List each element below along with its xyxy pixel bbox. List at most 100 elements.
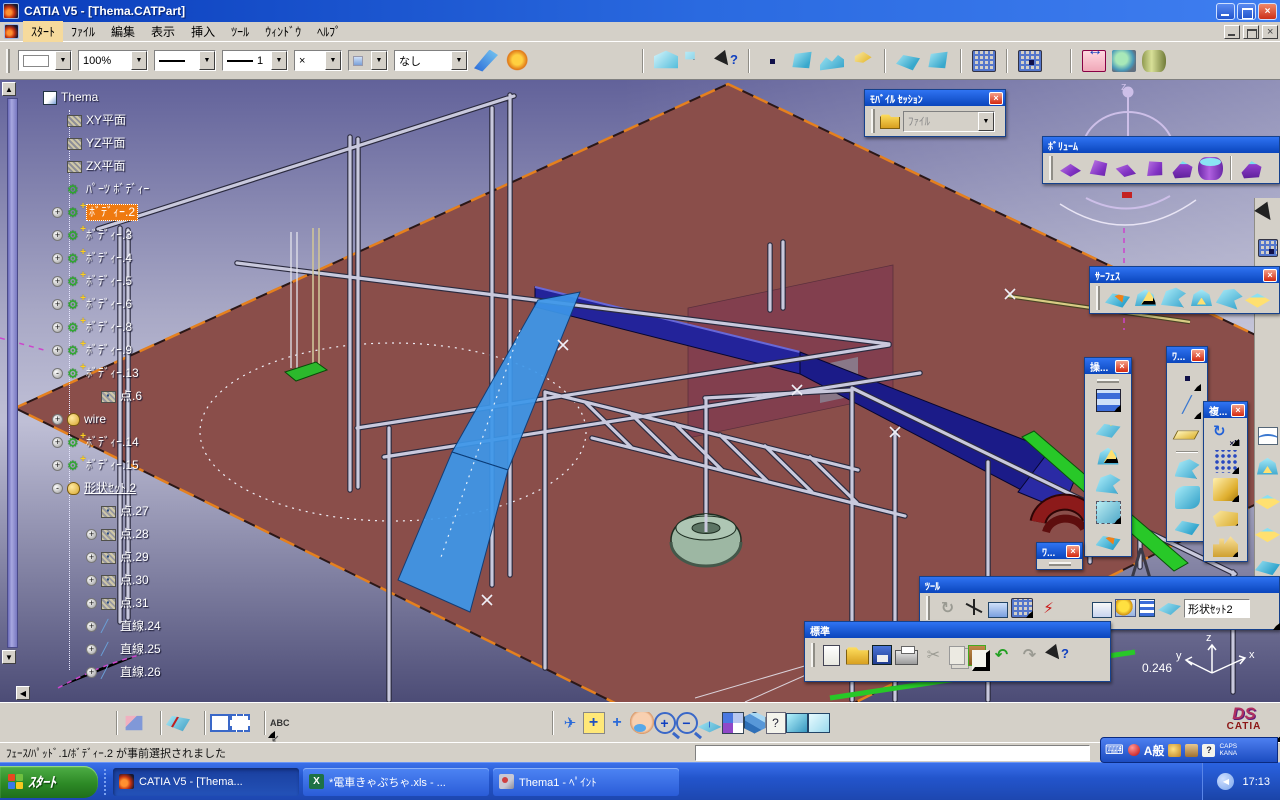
toolbar-grip[interactable] [1049, 562, 1071, 566]
toolbar-grip[interactable] [871, 109, 875, 133]
measure-item-icon[interactable] [1112, 50, 1136, 72]
surface-offset-icon[interactable] [1245, 287, 1270, 310]
normal-view-icon[interactable]: ↑ [698, 712, 722, 734]
menu-view[interactable]: 表示 [143, 21, 183, 42]
menu-insert[interactable]: 挿入 [183, 21, 223, 42]
expand-toggle[interactable]: + [86, 621, 97, 632]
object-repetition-icon[interactable] [1213, 478, 1238, 501]
toolbar-grip[interactable] [926, 596, 930, 620]
rotate-pattern-icon[interactable]: ×N [1213, 422, 1238, 445]
dropdown-arrow-icon[interactable]: ▼ [271, 51, 287, 70]
plane-icon[interactable] [1175, 423, 1200, 446]
tree-item-point-30[interactable]: +点.30 [0, 569, 260, 592]
menu-window[interactable]: ｳｨﾝﾄﾞｳ [257, 21, 309, 42]
quick-volume-icon[interactable] [850, 50, 874, 72]
axis-system-icon[interactable] [963, 597, 985, 619]
tree-item-body-13[interactable]: -ﾎﾞﾃﾞｨｰ.13 [0, 362, 260, 385]
child-restore-button[interactable] [1243, 25, 1259, 39]
dropdown-arrow-icon[interactable]: ▼ [325, 51, 341, 70]
surface-revolve-icon[interactable] [1133, 287, 1158, 310]
zoom-out-icon[interactable]: − [676, 712, 698, 734]
toolbar-grip[interactable] [1096, 286, 1100, 310]
insert-body-icon[interactable] [122, 712, 146, 734]
projection-icon[interactable] [1175, 514, 1200, 537]
ime-tools-icon[interactable] [1168, 744, 1181, 757]
point-icon[interactable] [1175, 367, 1200, 390]
expand-toggle[interactable]: + [52, 253, 63, 264]
tree-item-partbody[interactable]: ﾊﾟｰﾂ ﾎﾞﾃﾞｨｰ [0, 178, 260, 201]
curvature-analysis-icon[interactable] [166, 712, 190, 734]
point-symbol-dropdown[interactable]: × ▼ [294, 50, 342, 71]
child-close-button[interactable] [1262, 25, 1278, 39]
insert-surface-icon[interactable] [654, 50, 678, 72]
tree-filter-icon[interactable] [1092, 602, 1112, 618]
surface-extrude-icon[interactable] [1105, 287, 1130, 310]
print-icon[interactable] [895, 650, 918, 665]
expand-toggle[interactable]: + [86, 667, 97, 678]
ime-help-icon[interactable]: ? [1202, 744, 1215, 757]
start-button[interactable]: ｽﾀｰﾄ [0, 766, 98, 798]
tree-item-line-24[interactable]: +╱直線.24 [0, 615, 260, 638]
pan-icon[interactable]: + [605, 711, 630, 734]
dropdown-arrow-icon[interactable]: ▼ [451, 51, 467, 70]
palette-title[interactable]: ｻｰﾌｪｽ [1095, 268, 1263, 283]
expand-toggle[interactable]: + [52, 322, 63, 333]
task-excel[interactable]: X *電車きゃぷちゃ.xls - ... [303, 768, 489, 796]
tree-item-body-3[interactable]: +ﾎﾞﾃﾞｨｰ.3 [0, 224, 260, 247]
tree-item-line-26[interactable]: +╱直線.26 [0, 661, 260, 684]
tree-item-wire[interactable]: +wire [0, 408, 260, 431]
tree-item-body-2[interactable]: +ﾎﾞﾃﾞｨｰ.2 [0, 201, 260, 224]
wizard-icon[interactable] [504, 50, 528, 72]
volume-close-surface-icon[interactable] [1239, 157, 1264, 180]
surface-sweep-icon[interactable] [1161, 287, 1186, 310]
volume-sweep-icon[interactable] [1112, 154, 1142, 182]
expand-toggle[interactable]: + [52, 207, 63, 218]
ime-mode[interactable]: A般 [1144, 742, 1165, 759]
law-icon[interactable] [1258, 427, 1278, 445]
tree-item-body-4[interactable]: +ﾎﾞﾃﾞｨｰ.4 [0, 247, 260, 270]
tree-item-body-14[interactable]: +ﾎﾞﾃﾞｨｰ.14 [0, 431, 260, 454]
close-icon[interactable]: × [1263, 269, 1277, 282]
join-icon[interactable] [1096, 389, 1121, 412]
tree-item-body-9[interactable]: +ﾎﾞﾃﾞｨｰ.9 [0, 339, 260, 362]
close-button[interactable]: × [1258, 3, 1277, 20]
opacity-dropdown[interactable]: 100% ▼ [78, 50, 148, 71]
palette-title[interactable]: ﾓﾊﾞｲﾙ ｾｯｼｮﾝ [870, 91, 989, 106]
contact-constraint-icon[interactable] [230, 714, 250, 732]
list-icon[interactable] [1139, 599, 1155, 617]
fit-all-in-icon[interactable]: + [583, 712, 605, 734]
tree-item-root[interactable]: Thema [0, 86, 260, 109]
pick-pocket-icon[interactable] [926, 50, 950, 72]
fill-color-dropdown[interactable]: ▼ [18, 50, 72, 71]
measure-inertia-icon[interactable] [1142, 50, 1166, 72]
palette-title[interactable]: ﾂｰﾙ [925, 578, 1277, 593]
child-minimize-button[interactable] [1224, 25, 1240, 39]
close-icon[interactable]: × [1191, 349, 1205, 362]
ime-status-icon[interactable] [1128, 744, 1140, 756]
constraint-icon[interactable] [210, 714, 230, 732]
3d-viewport[interactable]: z y x 0.246 z ▲ ▼ ◀ Thema XY平面 YZ平面 ZX平面… [0, 80, 1280, 702]
menu-start[interactable]: ｽﾀｰﾄ [23, 21, 63, 42]
palette-title[interactable]: 複... [1209, 403, 1231, 418]
app-icon[interactable] [3, 3, 19, 19]
expand-toggle[interactable]: + [52, 345, 63, 356]
line-icon[interactable]: ╱ [1175, 395, 1200, 418]
menu-help[interactable]: ﾍﾙﾌﾟ [309, 21, 349, 42]
toolbar-grip[interactable] [811, 643, 815, 667]
select-icon[interactable] [1254, 202, 1280, 232]
tree-item-body-6[interactable]: +ﾎﾞﾃﾞｨｰ.6 [0, 293, 260, 316]
expand-toggle[interactable]: + [52, 437, 63, 448]
close-icon[interactable]: × [1066, 545, 1080, 558]
palette-title[interactable]: ﾜ... [1172, 348, 1191, 363]
quick-curve-icon[interactable] [790, 50, 814, 72]
dropdown-arrow-icon[interactable]: ▼ [199, 51, 215, 70]
minimize-button[interactable] [1216, 3, 1235, 20]
expand-toggle[interactable]: + [86, 575, 97, 586]
quick-surface-icon[interactable] [820, 50, 844, 72]
expand-toggle[interactable]: + [86, 529, 97, 540]
painter-icon[interactable] [474, 50, 498, 72]
work-grid-icon[interactable] [1011, 598, 1033, 618]
document-icon[interactable] [4, 24, 19, 39]
tree-item-point-27[interactable]: 点.27 [0, 500, 260, 523]
tire-swing[interactable] [671, 514, 741, 566]
